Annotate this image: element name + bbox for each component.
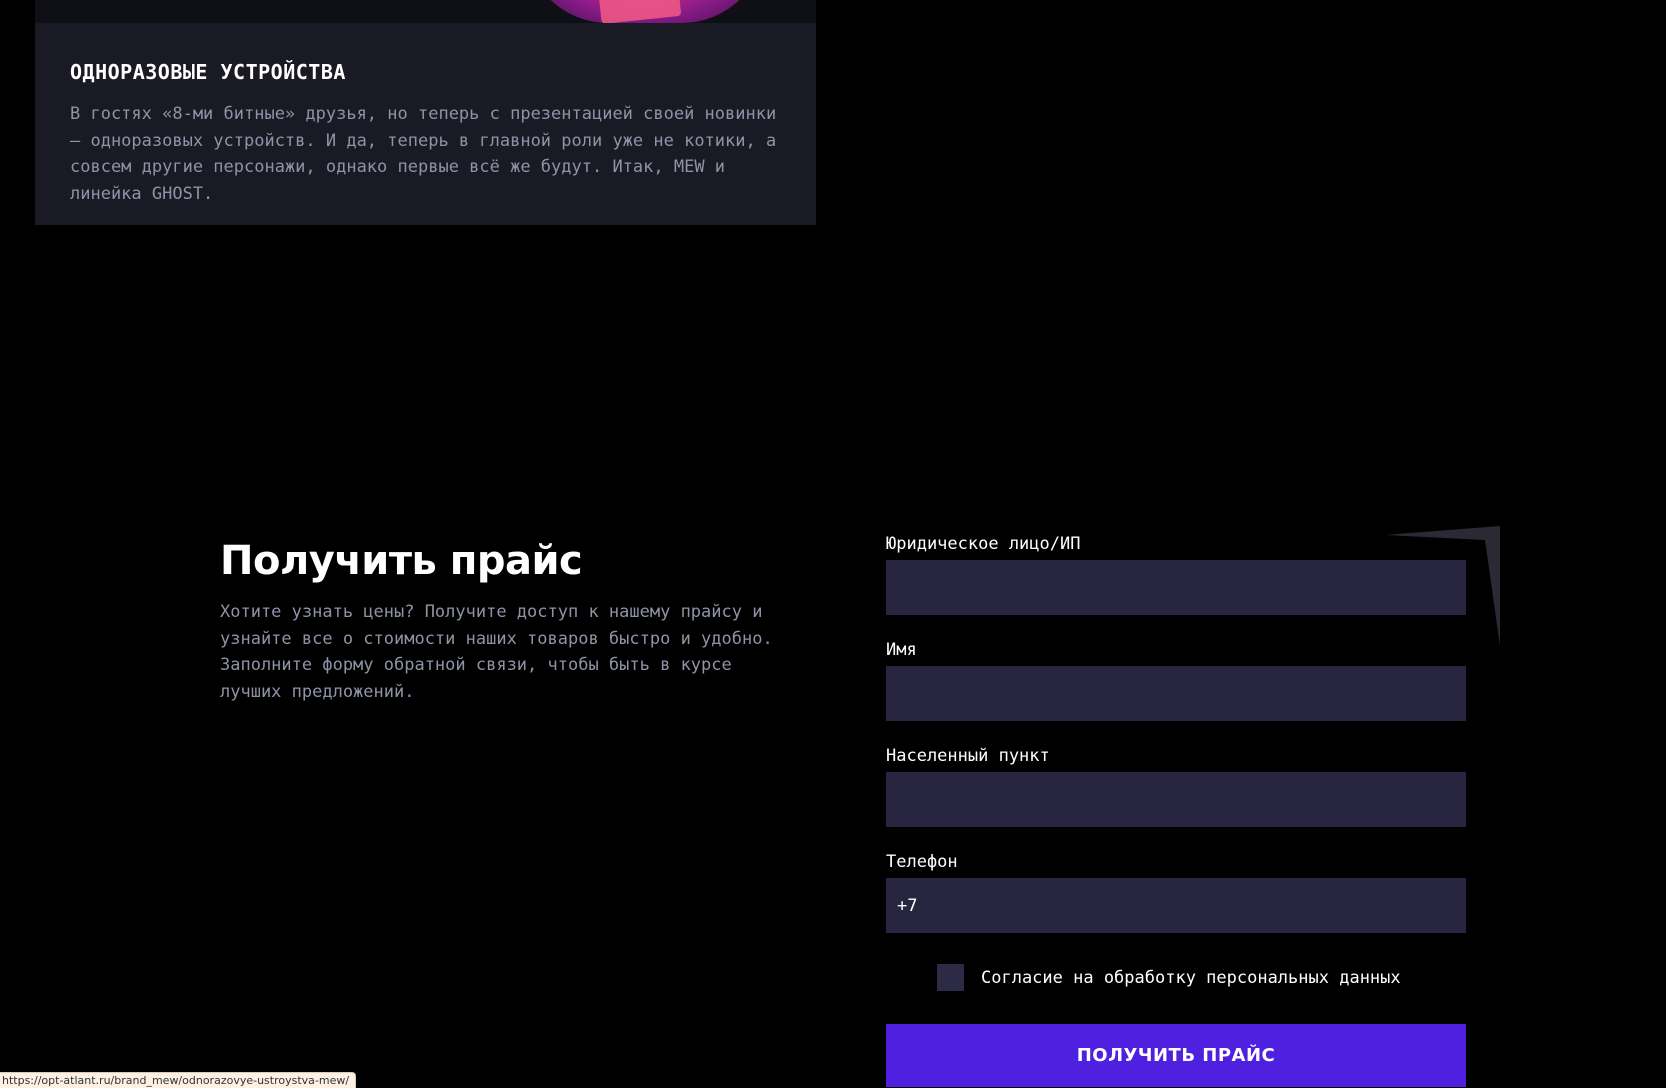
field-phone: Телефон — [886, 852, 1466, 933]
phone-input[interactable] — [886, 878, 1466, 933]
field-city-label: Населенный пункт — [886, 746, 1050, 766]
product-card[interactable]: ОДНОРАЗОВЫЕ УСТРОЙСТВА В гостях «8-ми би… — [35, 0, 816, 225]
field-phone-label: Телефон — [886, 852, 958, 872]
field-company: Юридическое лицо/ИП — [886, 534, 1466, 615]
card-title: ОДНОРАЗОВЫЕ УСТРОЙСТВА — [70, 60, 346, 84]
status-bar-url: https://opt-atlant.ru/brand_mew/odnorazo… — [0, 1072, 357, 1088]
product-image[interactable] — [35, 0, 816, 23]
consent-checkbox[interactable] — [937, 964, 964, 991]
card-description: В гостях «8-ми битные» друзья, но теперь… — [70, 104, 777, 204]
field-city: Населенный пункт — [886, 746, 1466, 827]
city-input[interactable] — [886, 772, 1466, 827]
get-price-button[interactable]: ПОЛУЧИТЬ ПРАЙС — [886, 1024, 1466, 1087]
consent-label[interactable]: Согласие на обработку персональных данны… — [981, 968, 1401, 988]
field-name-label: Имя — [886, 640, 917, 660]
name-input[interactable] — [886, 666, 1466, 721]
company-input[interactable] — [886, 560, 1466, 615]
price-description: Хотите узнать цены? Получите доступ к на… — [220, 602, 773, 702]
field-company-label: Юридическое лицо/ИП — [886, 534, 1081, 554]
price-heading: Получить прайс — [220, 538, 583, 584]
field-name: Имя — [886, 640, 1466, 721]
consent-row[interactable]: Согласие на обработку персональных данны… — [937, 964, 1401, 991]
